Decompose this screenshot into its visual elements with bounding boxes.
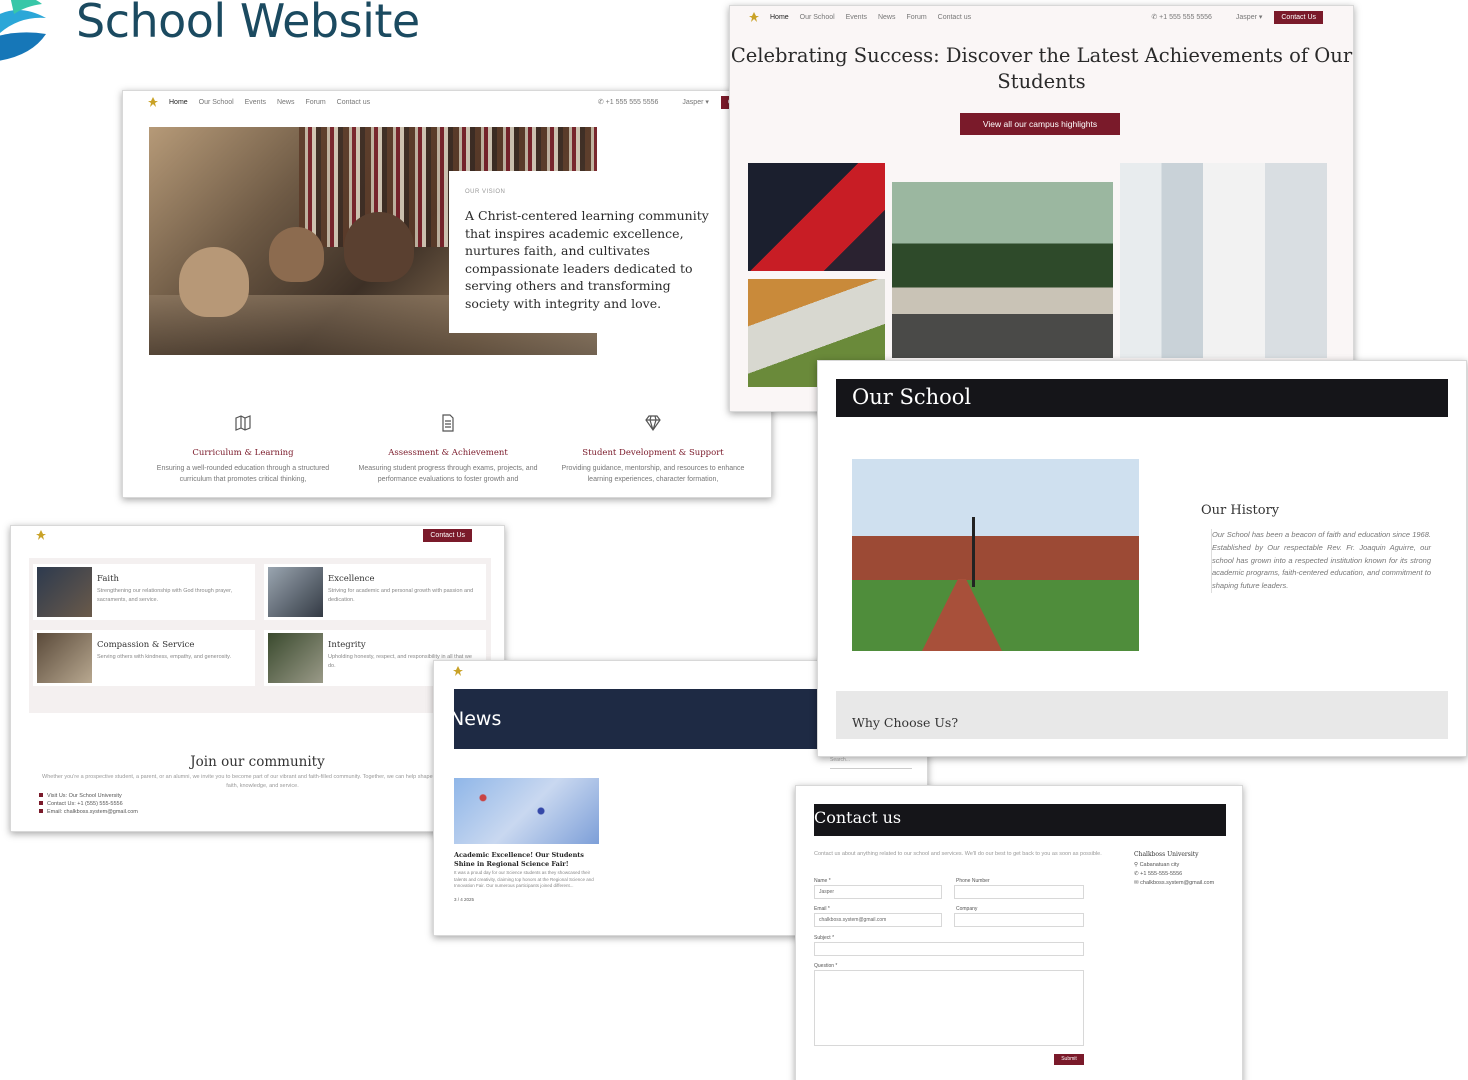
contact-sidebar: Chalkboss University ⚲ Cabanatuan city ✆… [1134,851,1215,886]
news-title: News [450,708,502,730]
name-label: Name * [814,878,831,884]
location-line: ⚲ Cabanatuan city [1134,862,1180,868]
achievements-page-screenshot: Home Our School Events News Forum Contac… [729,5,1354,412]
nav-our-school[interactable]: Our School [800,14,835,21]
nav-events[interactable]: Events [245,99,266,106]
top-nav: Contact Us [11,526,504,544]
school-crest-icon [453,666,463,676]
nav-news[interactable]: News [277,99,295,106]
user-menu[interactable]: Jasper ▾ [682,98,708,106]
document-icon [442,414,454,432]
nav-contact[interactable]: Contact us [337,99,370,106]
campus-entrance-photo [892,182,1113,358]
contact-page-screenshot: Contact us Contact us about anything rel… [795,785,1243,1080]
top-nav: Home Our School Events News Forum Contac… [730,6,1353,28]
hallway-photo [1120,163,1327,358]
school-crest-icon [36,530,46,540]
nav-contact[interactable]: Contact us [938,14,971,21]
feature-development: Student Development & Support Providing … [553,413,753,485]
feature-assessment: Assessment & Achievement Measuring stude… [348,413,548,485]
company-field[interactable] [954,913,1084,927]
history-text: Our School has been a beacon of faith an… [1211,529,1431,593]
contact-banner: Contact us [814,804,1226,836]
news-article-image [454,778,599,844]
value-card-faith: Faith Strengthening our relationship wit… [33,564,255,620]
nav-news[interactable]: News [878,14,896,21]
subject-field[interactable] [814,942,1084,956]
graduation-photo [748,163,885,271]
email-field[interactable]: chalkboss.system@gmail.com [814,913,942,927]
values-section: Faith Strengthening our relationship wit… [29,558,491,713]
contact-us-button[interactable]: Contact Us [1274,10,1323,24]
news-article-title[interactable]: Academic Excellence! Our Students Shine … [454,851,604,869]
email-line: ✉ chalkboss.system@gmail.com [1134,880,1215,886]
our-school-page-screenshot: Our School Our History Our School has be… [817,360,1467,757]
news-article-date: 3 / 4 2025 [454,897,475,902]
diamond-icon [645,415,661,432]
contact-info: Visit Us: Our School University Contact … [39,792,138,816]
value-card-compassion: Compassion & Service Serving others with… [33,630,255,686]
nav-home[interactable]: Home [169,99,188,106]
phone-field[interactable] [954,885,1084,899]
name-field[interactable]: Jasper [814,885,942,899]
contact-title: Contact us [814,808,902,827]
nav-our-school[interactable]: Our School [199,99,234,106]
history-title: Our History [1201,503,1280,518]
question-field[interactable] [814,970,1084,1046]
contact-intro: Contact us about anything related to our… [814,851,1102,857]
company-label: Company [956,906,978,912]
nav-events[interactable]: Events [846,14,867,21]
map-icon [235,415,251,431]
brand-logo-icon [0,0,46,61]
why-choose-section: Why Choose Us? [836,691,1448,739]
values-page-screenshot: Contact Us Faith Strengthening our relat… [10,525,505,832]
why-choose-title: Why Choose Us? [852,715,959,730]
value-card-excellence: Excellence Striving for academic and per… [264,564,486,620]
email-label: Email * [814,906,830,912]
top-nav: Home Our School Events News Forum Contac… [123,91,771,113]
school-crest-icon [749,12,759,22]
our-school-title: Our School [852,385,972,409]
home-page-screenshot: Home Our School Events News Forum Contac… [122,90,772,498]
nav-forum[interactable]: Forum [906,14,926,21]
phone-number: ✆ +1 555 555 5556 [1151,14,1212,21]
user-menu[interactable]: Jasper ▾ [1236,13,1262,21]
achievements-title: Celebrating Success: Discover the Latest… [730,44,1353,93]
phone-label: Phone Number [956,878,990,884]
question-label: Question * [814,963,838,969]
vision-text: A Christ-centered learning community tha… [465,208,709,311]
campus-photo [852,459,1139,651]
join-description: Whether you're a prospective student, a … [42,774,483,789]
nav-home[interactable]: Home [770,14,789,21]
subject-label: Subject * [814,935,835,941]
phone-number: ✆ +1 555 555 5556 [597,99,659,106]
page-title: School Website [76,0,420,48]
contact-button[interactable]: Contact Us [423,528,472,542]
feature-curriculum: Curriculum & Learning Ensuring a well-ro… [143,413,343,485]
vision-panel: OUR VISION A Christ-centered learning co… [449,171,731,333]
school-crest-icon [148,97,158,107]
submit-button[interactable]: Submit [1054,1054,1084,1065]
news-article-desc: It was a proud day for our Science stude… [454,870,594,888]
our-school-banner: Our School [836,379,1448,417]
campus-highlights-button[interactable]: View all our campus highlights [960,113,1120,135]
join-title: Join our community [190,754,325,770]
vision-label: OUR VISION [465,189,506,195]
nav-forum[interactable]: Forum [305,99,325,106]
phone-line: ✆ +1 555-555-5556 [1134,871,1183,877]
search-input[interactable]: Search... [830,757,912,769]
